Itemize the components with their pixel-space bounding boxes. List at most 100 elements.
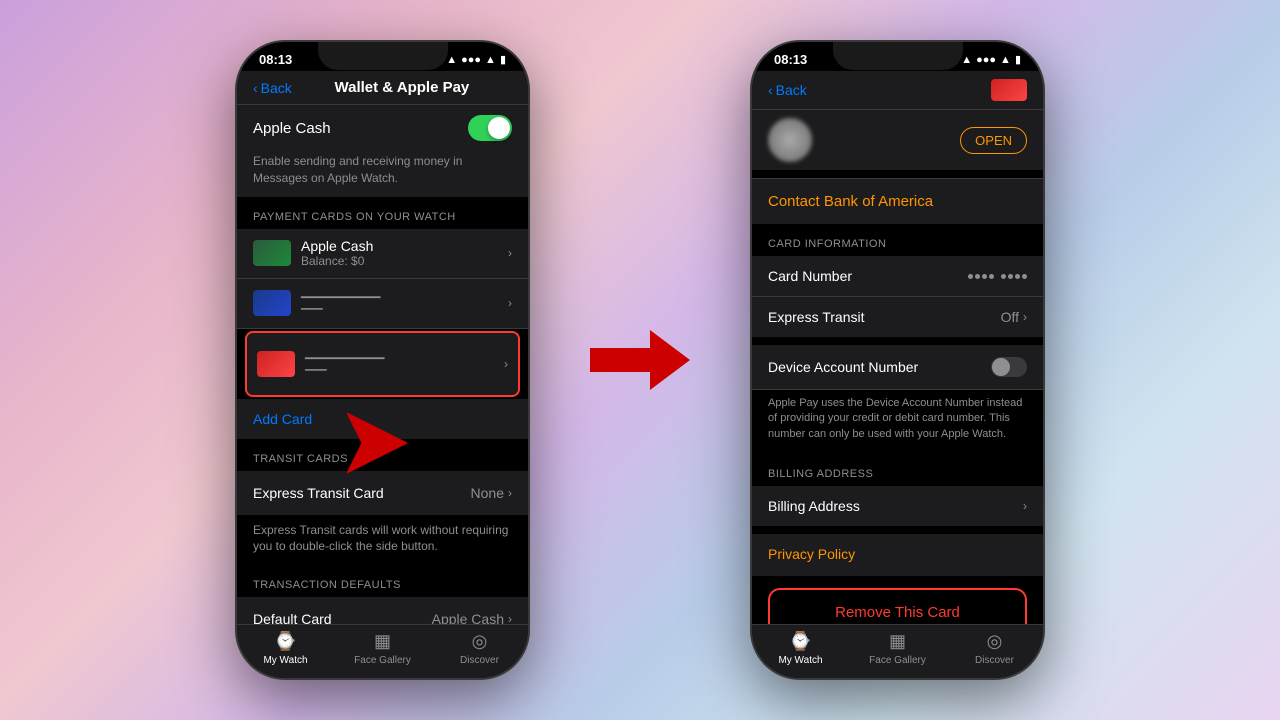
status-time-right: 08:13: [774, 52, 807, 67]
back-button-right[interactable]: ‹ Back: [768, 82, 807, 98]
toggle-thumb: [488, 117, 510, 139]
billing-group: Billing Address ›: [752, 486, 1043, 526]
card-info-apple-cash: Apple Cash Balance: $0: [301, 238, 508, 268]
tab-face-gallery-label-right: Face Gallery: [869, 655, 926, 666]
tab-discover-left[interactable]: ◎ Discover: [431, 631, 528, 666]
tab-discover-label-right: Discover: [975, 655, 1014, 666]
tab-face-gallery-label-left: Face Gallery: [354, 655, 411, 666]
chevron-right-icon-3: ›: [504, 357, 508, 371]
location-icon: ▲: [446, 54, 457, 66]
card-name-apple-cash: Apple Cash: [301, 238, 508, 254]
apple-cash-toggle[interactable]: [468, 115, 512, 141]
remove-card-button[interactable]: Remove This Card: [768, 588, 1027, 624]
card-info-group: Card Number Express Transit Off ›: [752, 256, 1043, 337]
express-transit-row-right[interactable]: Express Transit Off ›: [752, 297, 1043, 337]
tab-discover-label-left: Discover: [460, 655, 499, 666]
transit-desc: Express Transit cards will work without …: [237, 516, 528, 566]
chevron-left-icon-right: ‹: [768, 82, 773, 98]
tab-my-watch-left[interactable]: ⌚ My Watch: [237, 631, 334, 666]
apple-cash-label: Apple Cash: [253, 120, 331, 137]
back-label-right[interactable]: Back: [776, 82, 807, 98]
face-gallery-icon-left: ▦: [374, 631, 391, 652]
express-transit-value: None: [471, 485, 504, 501]
discover-icon-left: ◎: [472, 631, 488, 652]
apple-cash-row[interactable]: Apple Cash: [237, 105, 528, 151]
status-time-left: 08:13: [259, 52, 292, 67]
card-info-red: ━━━━━━━━━━━━ ━━━━: [305, 352, 504, 376]
card-thumb-red: [257, 351, 295, 377]
express-transit-value-right: Off: [1001, 309, 1019, 325]
battery-icon: ▮: [500, 53, 506, 66]
status-bar-right: 08:13 ▲ ●●● ▲ ▮: [752, 42, 1043, 71]
signal-icon: ●●●: [461, 54, 481, 66]
tab-face-gallery-right[interactable]: ▦ Face Gallery: [849, 631, 946, 666]
device-account-toggle[interactable]: [991, 357, 1027, 377]
signal-icon-right: ●●●: [976, 54, 996, 66]
privacy-policy-row[interactable]: Privacy Policy: [752, 534, 1043, 576]
battery-icon-right: ▮: [1015, 53, 1021, 66]
card-icon-right: [991, 79, 1027, 101]
back-button-left[interactable]: ‹ Back: [253, 80, 292, 96]
apple-cash-desc: Enable sending and receiving money in Me…: [237, 151, 528, 197]
billing-section-header: BILLING ADDRESS: [752, 454, 1043, 486]
card-number-row: Card Number: [752, 256, 1043, 297]
chevron-right-icon-transit: ›: [508, 486, 512, 500]
screen-content-right[interactable]: OPEN Contact Bank of America CARD INFORM…: [752, 110, 1043, 624]
screen-content-left[interactable]: Apple Cash Enable sending and receiving …: [237, 105, 528, 624]
tab-bar-right: ⌚ My Watch ▦ Face Gallery ◎ Discover: [752, 624, 1043, 678]
default-card-row[interactable]: Default Card Apple Cash ›: [237, 597, 528, 624]
card-item-blue[interactable]: ━━━━━━━━━━━━ ━━━━ ›: [237, 279, 528, 329]
card-thumb-green: [253, 240, 291, 266]
defaults-group: Default Card Apple Cash › Shipping Addre…: [237, 597, 528, 624]
status-icons-left: ▲ ●●● ▲ ▮: [446, 53, 506, 66]
tab-bar-left: ⌚ My Watch ▦ Face Gallery ◎ Discover: [237, 624, 528, 678]
watch-icon-right: ⌚: [789, 631, 811, 652]
chevron-right-billing: ›: [1023, 499, 1027, 513]
device-account-desc: Apple Pay uses the Device Account Number…: [752, 390, 1043, 454]
card-dots-blue: ━━━━━━━━━━━━: [301, 291, 504, 304]
right-phone: 08:13 ▲ ●●● ▲ ▮ ‹ Back OPEN: [750, 40, 1045, 680]
card-number-dots: [968, 274, 1027, 279]
open-button[interactable]: OPEN: [960, 127, 1027, 154]
device-account-row: Device Account Number: [752, 345, 1043, 390]
nav-bar-left: ‹ Back Wallet & Apple Pay: [237, 71, 528, 105]
add-card-label[interactable]: Add Card: [253, 411, 312, 427]
billing-address-row[interactable]: Billing Address ›: [752, 486, 1043, 526]
express-transit-label-right: Express Transit: [768, 309, 1001, 325]
status-icons-right: ▲ ●●● ▲ ▮: [961, 53, 1021, 66]
tab-my-watch-right[interactable]: ⌚ My Watch: [752, 631, 849, 666]
card-dots-red: ━━━━━━━━━━━━: [305, 352, 500, 365]
nav-title-left: Wallet & Apple Pay: [292, 79, 512, 96]
privacy-policy-label[interactable]: Privacy Policy: [768, 546, 855, 562]
card-avatar: [768, 118, 812, 162]
left-phone: 08:13 ▲ ●●● ▲ ▮ ‹ Back Wallet & Apple Pa…: [235, 40, 530, 680]
tab-face-gallery-left[interactable]: ▦ Face Gallery: [334, 631, 431, 666]
location-icon-right: ▲: [961, 54, 972, 66]
wifi-icon: ▲: [485, 54, 496, 66]
discover-icon-right: ◎: [987, 631, 1003, 652]
card-dots-blue-2: ━━━━: [301, 304, 504, 315]
transaction-defaults-header: TRANSACTION DEFAULTS: [237, 565, 528, 597]
device-account-thumb: [992, 358, 1010, 376]
default-card-label: Default Card: [253, 611, 432, 624]
wifi-icon-right: ▲: [1000, 54, 1011, 66]
chevron-right-express: ›: [1023, 310, 1027, 324]
card-item-apple-cash[interactable]: Apple Cash Balance: $0 ›: [237, 229, 528, 279]
tab-my-watch-label-right: My Watch: [778, 655, 822, 666]
chevron-right-default: ›: [508, 612, 512, 624]
billing-address-label: Billing Address: [768, 498, 1023, 514]
contact-bank-row[interactable]: Contact Bank of America: [752, 179, 1043, 224]
chevron-right-icon-2: ›: [508, 296, 512, 310]
card-header-area: OPEN: [752, 110, 1043, 170]
card-info-blue: ━━━━━━━━━━━━ ━━━━: [301, 291, 508, 315]
watch-icon-left: ⌚: [274, 631, 296, 652]
tab-my-watch-label-left: My Watch: [263, 655, 307, 666]
default-card-value: Apple Cash: [432, 611, 504, 624]
express-transit-label: Express Transit Card: [253, 485, 471, 501]
card-item-red-selected[interactable]: ━━━━━━━━━━━━ ━━━━ ›: [245, 331, 520, 397]
tab-discover-right[interactable]: ◎ Discover: [946, 631, 1043, 666]
cursor-arrow-svg: [347, 403, 427, 483]
chevron-left-icon: ‹: [253, 80, 258, 96]
remove-card-label[interactable]: Remove This Card: [835, 604, 960, 621]
back-label-left[interactable]: Back: [261, 80, 292, 96]
